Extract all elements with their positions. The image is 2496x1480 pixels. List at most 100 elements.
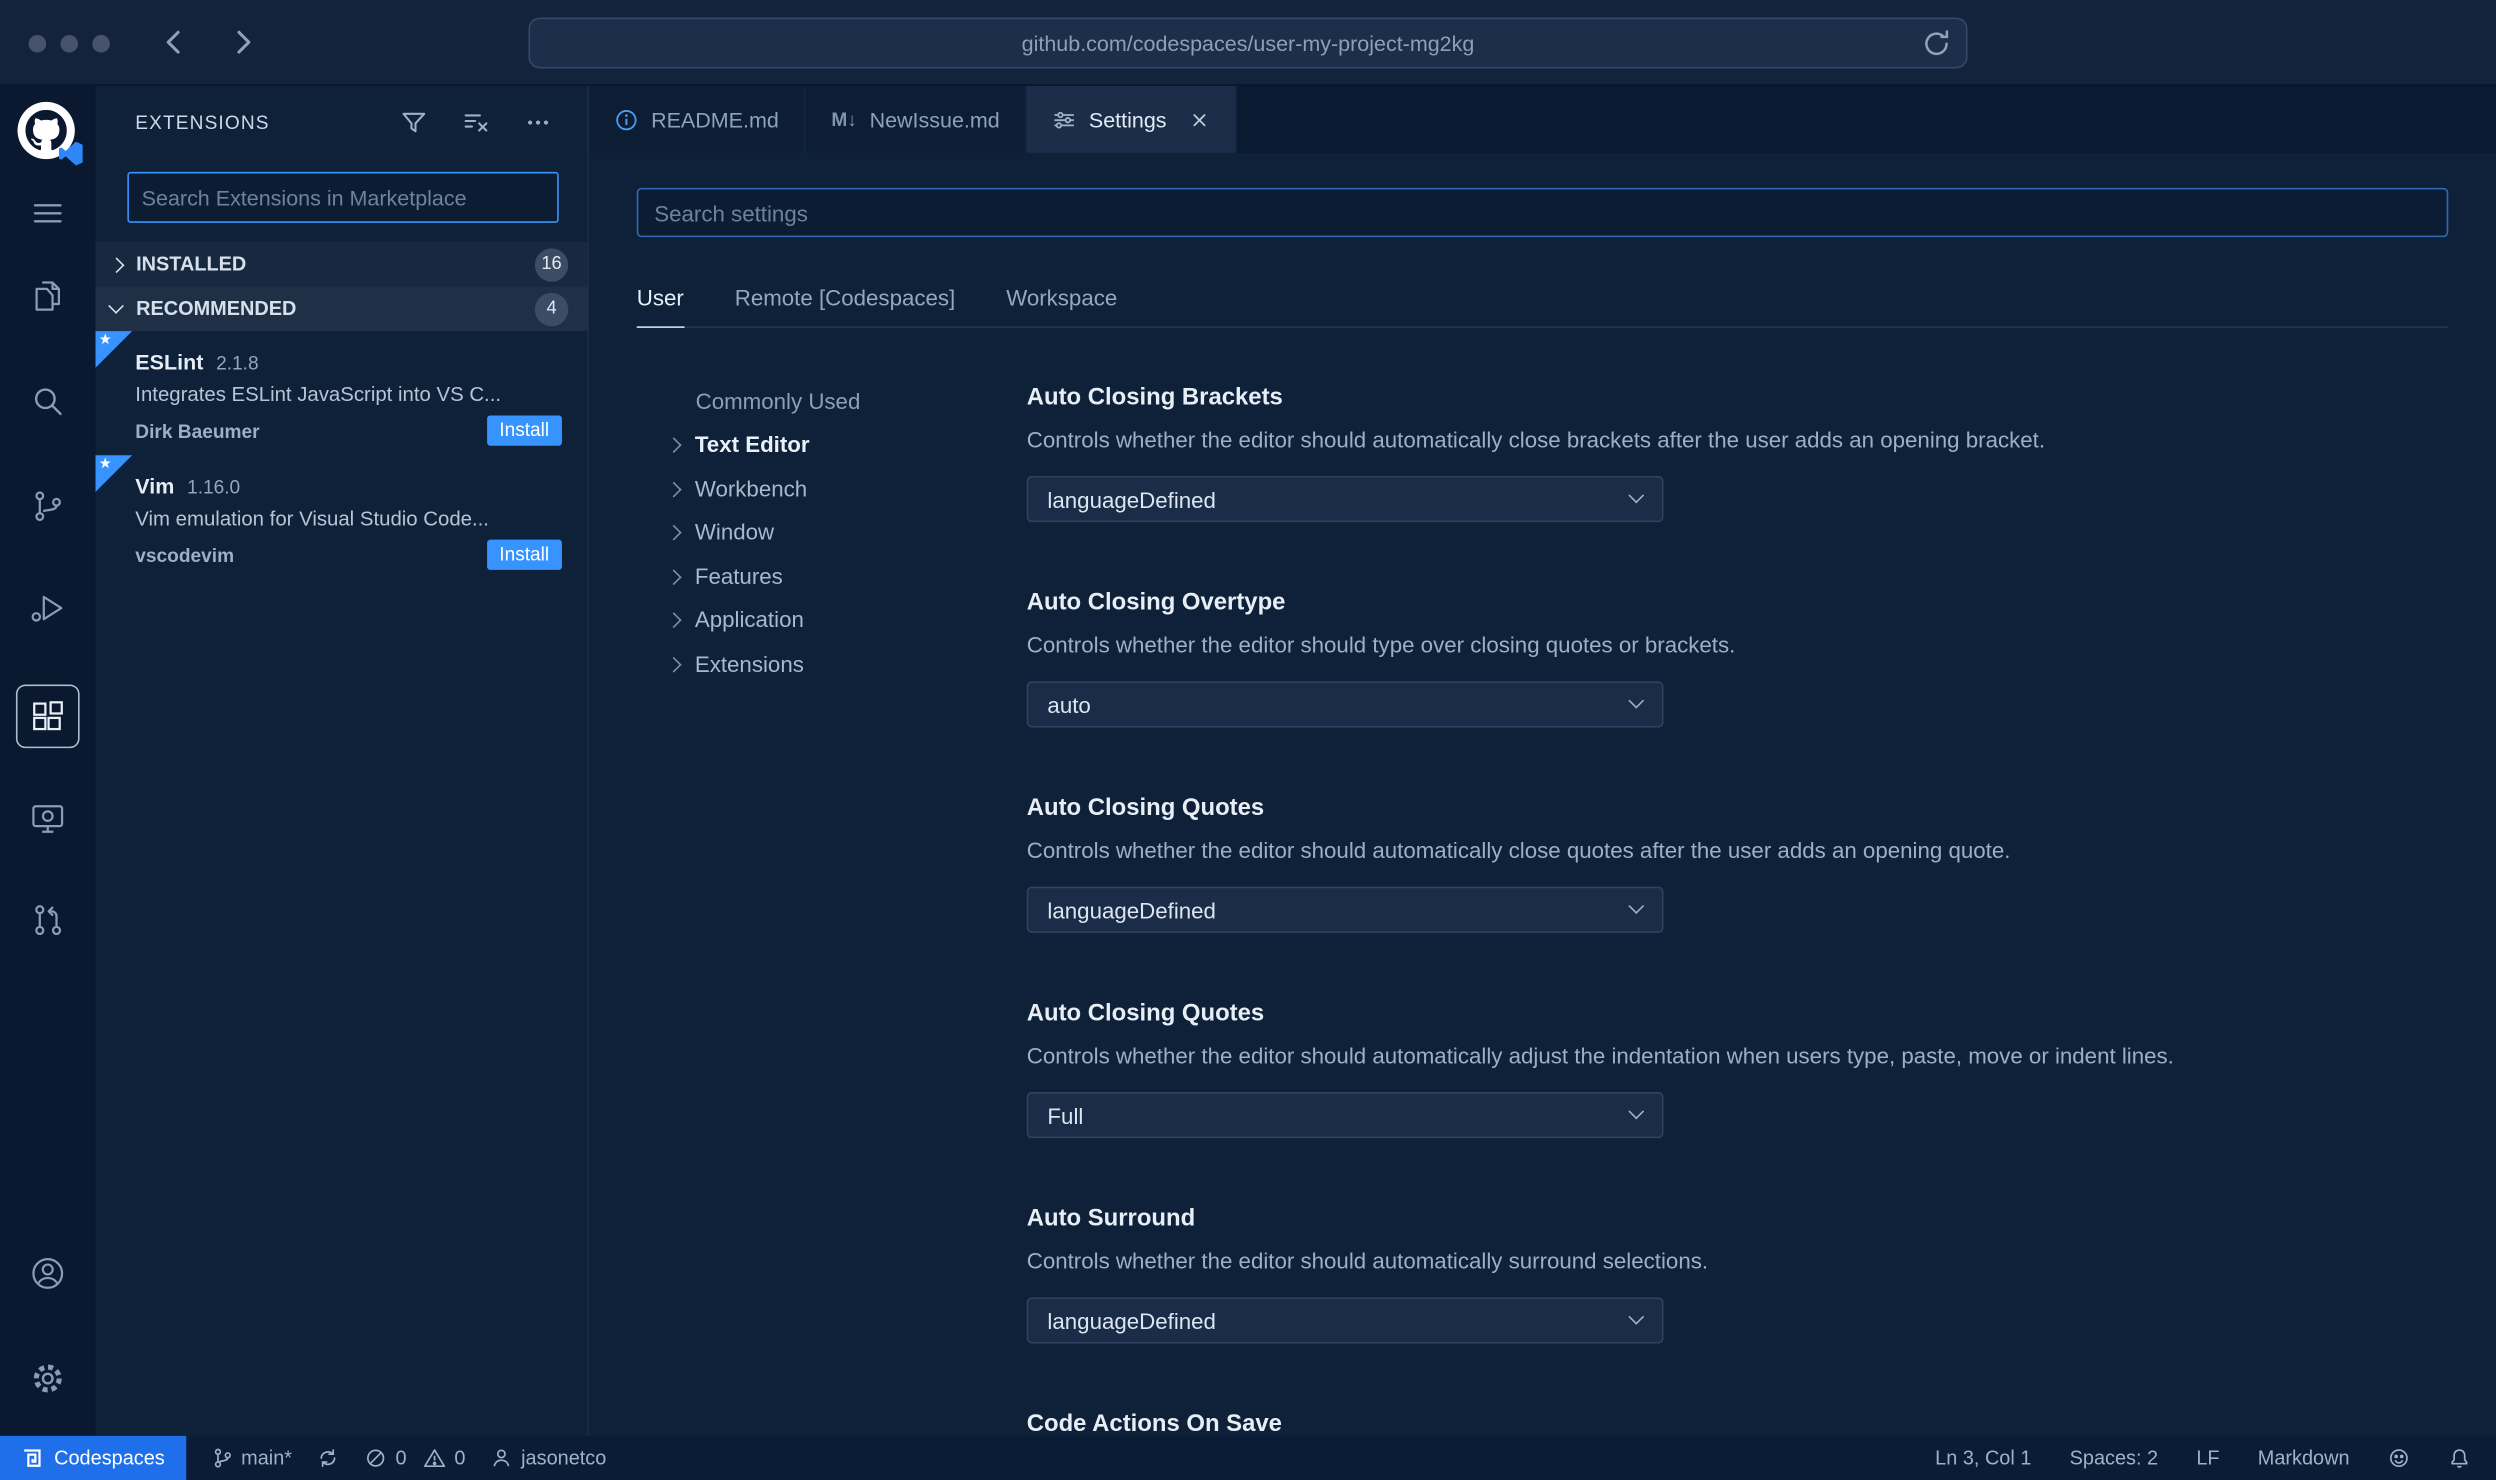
remote-explorer-icon[interactable]	[16, 786, 80, 850]
eol-sequence[interactable]: LF	[2196, 1447, 2219, 1469]
settings-search-input[interactable]	[636, 187, 2449, 238]
setting-description: Controls whether the editor should autom…	[1026, 837, 2011, 863]
chevron-right-icon	[666, 437, 682, 452]
setting-auto-closing-quotes: Auto Closing Quotes Controls whether the…	[1026, 793, 2433, 998]
toc-text-editor[interactable]: Text Editor	[666, 423, 1003, 467]
user-status[interactable]: jasonetco	[491, 1447, 606, 1469]
setting-description: Controls whether the editor should type …	[1026, 631, 1736, 658]
scope-tab-workspace[interactable]: Workspace	[1006, 280, 1117, 328]
extension-version: 2.1.8	[216, 351, 259, 375]
setting-title: Auto Surround	[1026, 1205, 1196, 1233]
chevron-down-icon	[1628, 1104, 1644, 1119]
address-bar[interactable]: github.com/codespaces/user-my-project-mg…	[528, 17, 1968, 69]
run-debug-icon[interactable]	[16, 576, 80, 640]
extension-description: Vim emulation for Visual Studio Code...	[135, 506, 489, 531]
setting-auto-closing-brackets: Auto Closing Brackets Controls whether t…	[1026, 382, 2433, 587]
toc-window[interactable]: Window	[666, 510, 1003, 554]
settings-scope-tabs: User Remote [Codespaces] Workspace	[636, 280, 2449, 328]
setting-title: Auto Closing Brackets	[1026, 383, 1283, 411]
extensions-sidebar: EXTENSIONS INSTALLED 16 RECOMMENDED 4	[95, 85, 589, 1436]
section-label: RECOMMENDED	[136, 297, 297, 320]
chevron-right-icon	[109, 256, 124, 272]
tab-settings[interactable]: Settings	[1026, 85, 1237, 153]
scope-tab-user[interactable]: User	[636, 280, 684, 328]
clear-search-icon[interactable]	[462, 108, 491, 137]
source-control-icon[interactable]	[16, 474, 80, 538]
setting-title: Auto Closing Overtype	[1026, 588, 1286, 617]
problems-status[interactable]: 0 0	[365, 1447, 465, 1469]
setting-title: Code Actions On Save	[1026, 1410, 1282, 1436]
back-icon[interactable]	[156, 24, 193, 61]
chevron-down-icon	[1628, 488, 1644, 503]
url-text: github.com/codespaces/user-my-project-mg…	[1021, 31, 1475, 55]
notifications-bell-icon[interactable]	[2448, 1447, 2470, 1469]
section-recommended[interactable]: RECOMMENDED 4	[95, 286, 588, 332]
more-actions-icon[interactable]	[524, 108, 553, 137]
tab-readme[interactable]: README.md	[588, 85, 806, 153]
toc-workbench[interactable]: Workbench	[666, 466, 1003, 510]
toc-extensions[interactable]: Extensions	[666, 642, 1003, 686]
setting-dropdown[interactable]: auto	[1026, 681, 1664, 728]
toc-commonly-used[interactable]: Commonly Used	[669, 379, 1003, 423]
extension-item-eslint[interactable]: ★ ESLint 2.1.8 Integrates ESLint JavaScr…	[95, 331, 588, 455]
menu-icon[interactable]	[16, 181, 80, 245]
codespaces-status-button[interactable]: Codespaces	[0, 1435, 186, 1480]
user-icon	[493, 1449, 511, 1467]
window-zoom-dot[interactable]	[92, 35, 110, 53]
setting-code-actions-on-save: Code Actions On Save	[1026, 1409, 2433, 1436]
setting-auto-closing-overtype: Auto Closing Overtype Controls whether t…	[1026, 587, 2433, 792]
refresh-icon[interactable]	[1921, 29, 1951, 59]
settings-gear-icon[interactable]	[16, 1347, 80, 1411]
extension-item-vim[interactable]: ★ Vim 1.16.0 Vim emulation for Visual St…	[95, 455, 588, 579]
forward-icon[interactable]	[224, 24, 261, 61]
setting-dropdown[interactable]: languageDefined	[1026, 886, 1664, 933]
settings-toc: Commonly Used Text Editor Workbench Wind…	[666, 379, 1003, 686]
filter-icon[interactable]	[400, 108, 429, 137]
language-mode[interactable]: Markdown	[2258, 1447, 2350, 1469]
pull-requests-icon[interactable]	[16, 888, 80, 952]
close-icon[interactable]	[1189, 109, 1210, 130]
section-label: INSTALLED	[136, 253, 247, 276]
toc-features[interactable]: Features	[666, 554, 1003, 598]
branch-status[interactable]: main*	[211, 1447, 292, 1469]
chevron-right-icon	[666, 480, 682, 496]
explorer-icon[interactable]	[16, 264, 80, 328]
setting-auto-indent: Auto Closing Quotes Controls whether the…	[1026, 998, 2433, 1203]
sidebar-title: EXTENSIONS	[135, 111, 270, 134]
status-bar: Codespaces main* 0 0 jasonetco Ln 3, Col…	[0, 1435, 2496, 1480]
errors-icon	[367, 1449, 386, 1467]
window-minimize-dot[interactable]	[60, 35, 79, 53]
setting-dropdown[interactable]: Full	[1026, 1092, 1664, 1139]
tab-newissue[interactable]: M↓ NewIssue.md	[805, 85, 1027, 153]
extensions-search-input[interactable]	[127, 171, 559, 223]
window-controls[interactable]	[28, 35, 110, 53]
extension-author: Dirk Baeumer	[135, 419, 260, 442]
install-button[interactable]: Install	[486, 539, 562, 570]
setting-dropdown[interactable]: languageDefined	[1026, 1297, 1664, 1344]
window-close-dot[interactable]	[28, 35, 47, 53]
tab-label: Settings	[1088, 107, 1167, 132]
account-icon[interactable]	[16, 1242, 80, 1306]
settings-sliders-icon	[1054, 111, 1074, 128]
chevron-down-icon	[1628, 898, 1644, 914]
section-installed[interactable]: INSTALLED 16	[96, 242, 588, 287]
setting-title: Auto Closing Quotes	[1026, 794, 1265, 822]
feedback-icon[interactable]	[2388, 1447, 2410, 1469]
indentation[interactable]: Spaces: 2	[2070, 1447, 2158, 1469]
chevron-right-icon	[666, 524, 682, 540]
search-icon[interactable]	[16, 369, 80, 433]
github-codespaces-logo	[17, 101, 83, 166]
git-branch-icon	[213, 1448, 231, 1468]
errors-count: 0	[395, 1446, 407, 1470]
toc-application[interactable]: Application	[666, 598, 1003, 642]
sync-status[interactable]	[318, 1447, 340, 1469]
scope-tab-remote[interactable]: Remote [Codespaces]	[735, 280, 956, 328]
warnings-count: 0	[454, 1446, 466, 1470]
extensions-icon[interactable]	[15, 684, 80, 749]
setting-dropdown[interactable]: languageDefined	[1026, 475, 1664, 523]
extension-description: Integrates ESLint JavaScript into VS C..…	[135, 382, 502, 406]
sidebar-header: EXTENSIONS	[96, 86, 588, 159]
install-button[interactable]: Install	[486, 415, 562, 446]
setting-description: Controls whether the editor should autom…	[1026, 1248, 1709, 1274]
cursor-position[interactable]: Ln 3, Col 1	[1935, 1447, 2031, 1469]
